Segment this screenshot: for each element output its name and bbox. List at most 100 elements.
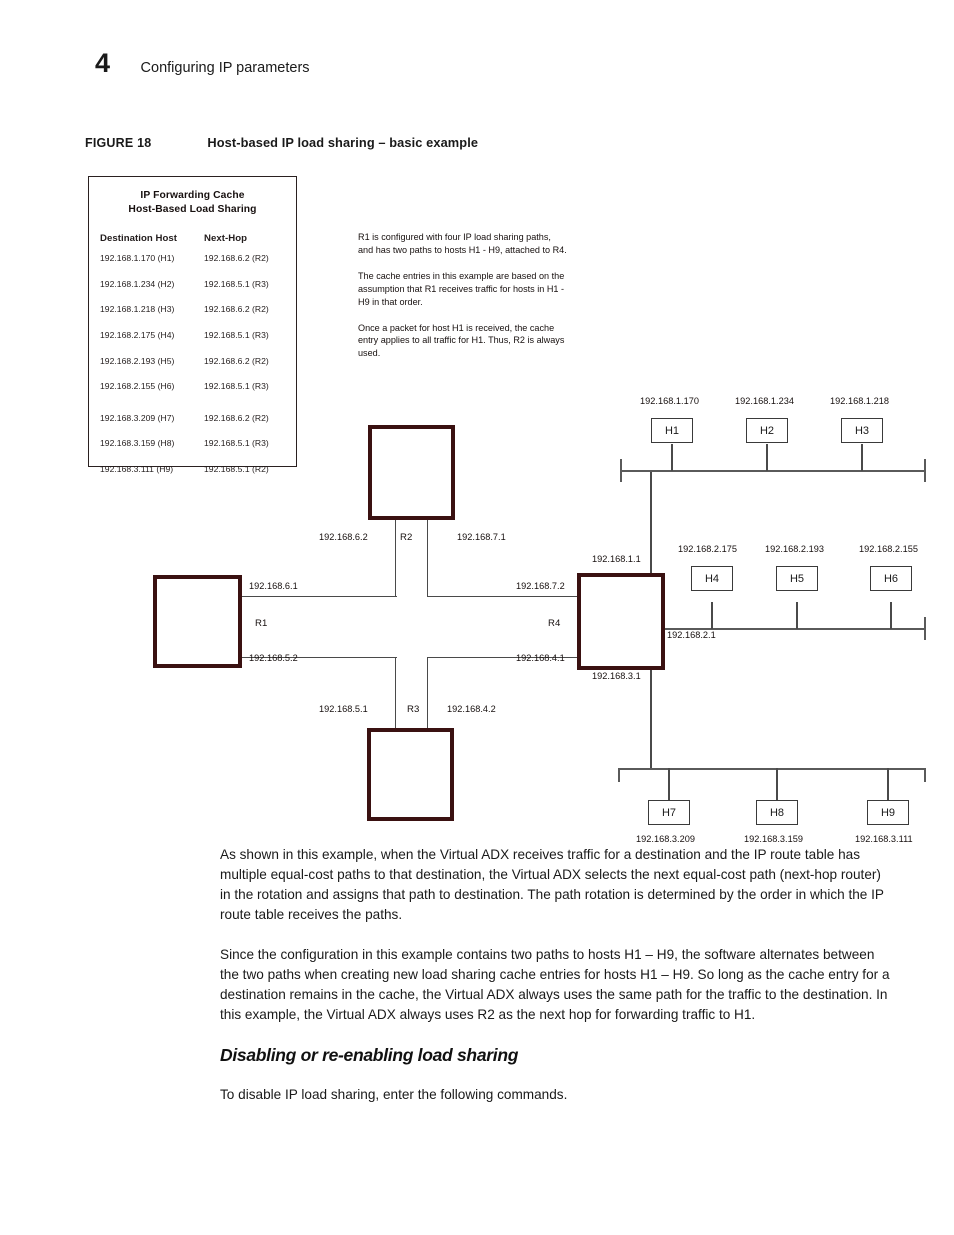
cache-title-line2: Host-Based Load Sharing [128, 203, 257, 215]
drop-h7 [668, 768, 670, 801]
router-label-r4: R4 [548, 618, 561, 629]
cache-title-line1: IP Forwarding Cache [140, 190, 245, 201]
link-r2-r4-vertical [427, 520, 429, 597]
host-ip-h4: 192.168.2.175 [678, 544, 738, 554]
bus-1-left-cap [620, 459, 622, 482]
host-node-h4: H4 [691, 566, 733, 591]
diagram-note: R1 is configured with four IP load shari… [358, 232, 567, 255]
interface-label-r2-to-r4: 192.168.7.1 [457, 532, 506, 542]
interface-label-r1-to-r3: 192.168.5.2 [249, 653, 298, 663]
cache-table-title: IP Forwarding Cache Host-Based Load Shar… [89, 189, 296, 216]
cell-destination: 192.168.3.159 (H8) [100, 438, 175, 449]
cell-destination: 192.168.1.218 (H3) [100, 304, 175, 315]
interface-label-r1-to-r2: 192.168.6.1 [249, 581, 298, 591]
drop-h4 [711, 602, 713, 629]
cell-next-hop: 192.168.5.1 (R3) [204, 381, 269, 392]
drop-h1 [671, 444, 673, 471]
interface-label-r4-from-r2: 192.168.7.2 [516, 581, 565, 591]
drop-h6 [890, 602, 892, 629]
host-ip-h5: 192.168.2.193 [765, 544, 825, 554]
link-r4-subnet3 [650, 668, 652, 769]
cell-next-hop: 192.168.6.2 (R2) [204, 355, 269, 366]
interface-label-r4-subnet1: 192.168.1.1 [592, 554, 641, 564]
router-label-r2: R2 [400, 532, 413, 543]
cell-next-hop: 192.168.5.1 (R3) [204, 329, 269, 340]
table-row: 192.168.1.170 (H1) 192.168.6.2 (R2) [100, 253, 285, 279]
router-box-r4 [577, 573, 665, 670]
table-row: 192.168.3.159 (H8) 192.168.5.1 (R3) [100, 438, 285, 464]
table-row: 192.168.1.234 (H2) 192.168.5.1 (R3) [100, 279, 285, 305]
bus-1-right-cap [924, 459, 926, 482]
cell-destination: 192.168.1.170 (H1) [100, 253, 175, 264]
host-node-h5: H5 [776, 566, 818, 591]
interface-label-r4-subnet2: 192.168.2.1 [667, 630, 716, 640]
router-label-r3: R3 [407, 704, 420, 715]
table-row: 192.168.3.111 (H9) 192.168.5.1 (R2) [100, 464, 285, 490]
cell-destination: 192.168.2.155 (H6) [100, 381, 175, 392]
table-row: 192.168.1.218 (H3) 192.168.6.2 (R2) [100, 304, 285, 330]
table-row: 192.168.2.193 (H5) 192.168.6.2 (R2) [100, 356, 285, 382]
interface-label-r3-to-r4: 192.168.4.2 [447, 704, 496, 714]
diagram-notes: R1 is configured with four IP load shari… [358, 231, 568, 373]
cell-next-hop: 192.168.5.1 (R3) [204, 278, 269, 289]
bus-3-right-cap [924, 768, 926, 782]
cache-table-body: 192.168.1.170 (H1) 192.168.6.2 (R2) 192.… [89, 253, 296, 489]
interface-label-r2-from-r1: 192.168.6.2 [319, 532, 368, 542]
cell-next-hop: 192.168.5.1 (R2) [204, 463, 269, 474]
body-paragraph-1: As shown in this example, when the Virtu… [220, 847, 884, 922]
host-node-h9: H9 [867, 800, 909, 825]
interface-label-r4-subnet3: 192.168.3.1 [592, 671, 641, 681]
bus-subnet-3 [618, 768, 925, 770]
bus-2-right-cap [924, 617, 926, 640]
link-r1-r3-vertical [395, 657, 397, 729]
cell-destination: 192.168.3.209 (H7) [100, 412, 175, 423]
link-r3-r4-vertical [427, 657, 429, 729]
host-node-h3: H3 [841, 418, 883, 443]
figure-artwork: IP Forwarding Cache Host-Based Load Shar… [0, 0, 954, 870]
cell-next-hop: 192.168.5.1 (R3) [204, 438, 269, 449]
link-r2-r4-horizontal [427, 596, 578, 598]
cell-next-hop: 192.168.6.2 (R2) [204, 253, 269, 264]
router-box-r3 [367, 728, 454, 821]
host-ip-h3: 192.168.1.218 [830, 396, 890, 406]
cell-next-hop: 192.168.6.2 (R2) [204, 412, 269, 423]
drop-h3 [861, 444, 863, 471]
drop-h8 [776, 768, 778, 801]
host-node-h8: H8 [756, 800, 798, 825]
interface-label-r3-from-r1: 192.168.5.1 [319, 704, 368, 714]
link-r1-r2-vertical [395, 520, 397, 597]
diagram-note: Once a packet for host H1 is received, t… [358, 322, 565, 359]
router-box-r1 [153, 575, 242, 668]
ip-forwarding-cache-table: IP Forwarding Cache Host-Based Load Shar… [88, 176, 297, 474]
table-row: 192.168.2.175 (H4) 192.168.5.1 (R3) [100, 330, 285, 356]
cell-next-hop: 192.168.6.2 (R2) [204, 304, 269, 315]
drop-h5 [796, 602, 798, 629]
table-row: 192.168.2.155 (H6) 192.168.5.1 (R3) [100, 381, 285, 407]
body-paragraph-2: Since the configuration in this example … [220, 946, 890, 1022]
host-ip-h1: 192.168.1.170 [640, 396, 700, 406]
cache-table-header: Destination Host Next-Hop [89, 233, 296, 244]
drop-h9 [887, 768, 889, 801]
cell-destination: 192.168.2.175 (H4) [100, 329, 175, 340]
bus-3-left-cap [618, 768, 620, 782]
router-box-r2 [368, 425, 455, 520]
table-row: 192.168.3.209 (H7) 192.168.6.2 (R2) [100, 413, 285, 439]
interface-label-r4-from-r3: 192.168.4.1 [516, 653, 565, 663]
cell-destination: 192.168.3.111 (H9) [100, 463, 174, 474]
diagram-note: The cache entries in this example are ba… [358, 270, 565, 307]
host-ip-h9: 192.168.3.111 [855, 834, 913, 844]
host-node-h7: H7 [648, 800, 690, 825]
host-node-h1: H1 [651, 418, 693, 443]
link-r4-subnet1 [650, 470, 652, 574]
cell-destination: 192.168.2.193 (H5) [100, 355, 175, 366]
host-node-h6: H6 [870, 566, 912, 591]
bus-subnet-1 [620, 470, 925, 472]
router-label-r1: R1 [255, 618, 268, 629]
host-ip-h8: 192.168.3.159 [744, 834, 804, 844]
section-heading: Disabling or re-enabling load sharing [220, 1044, 519, 1065]
link-r1-r2-horizontal [242, 596, 397, 598]
body-paragraph-3: To disable IP load sharing, enter the fo… [220, 1086, 568, 1102]
host-node-h2: H2 [746, 418, 788, 443]
host-ip-h6: 192.168.2.155 [859, 544, 919, 554]
column-header-destination-host: Destination Host [100, 233, 178, 245]
